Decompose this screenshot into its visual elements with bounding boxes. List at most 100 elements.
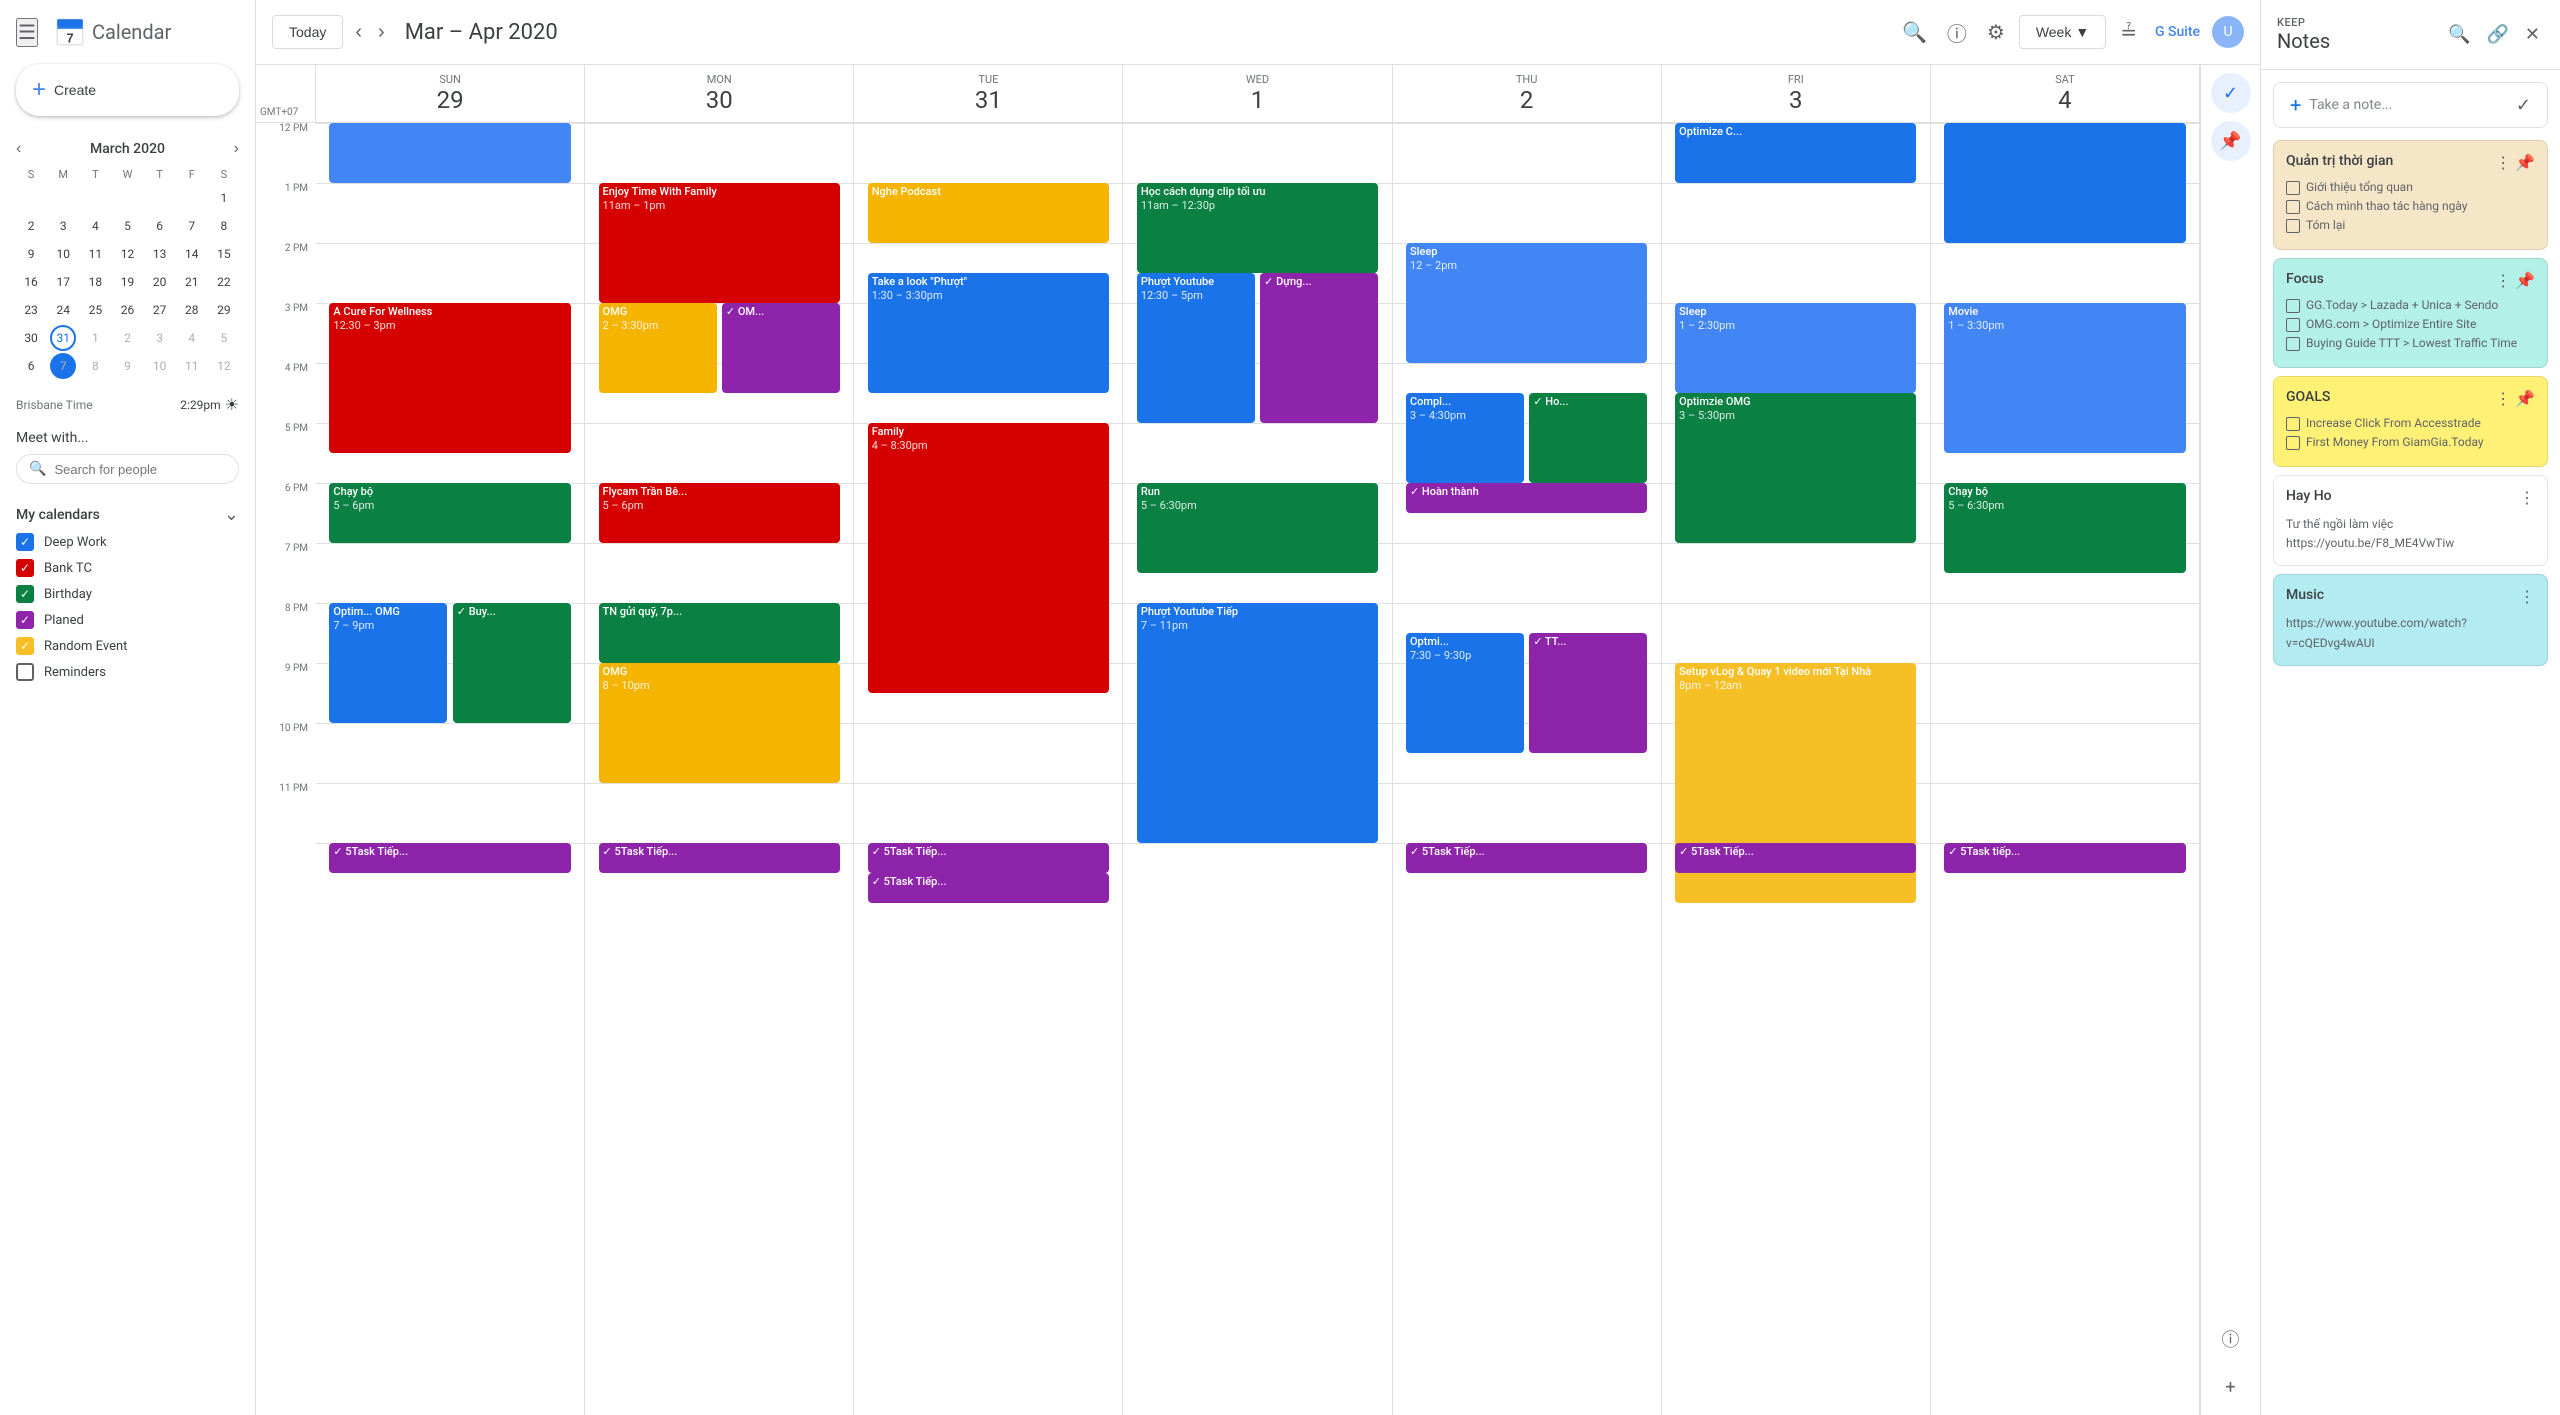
day-header[interactable]: SAT4	[1931, 65, 2200, 122]
calendar-event[interactable]: Chạy bộ5 – 6pm	[329, 483, 570, 543]
mini-cal-day[interactable]: 4	[179, 325, 205, 351]
calendar-event[interactable]: ✓ Ho...	[1529, 393, 1647, 483]
day-header[interactable]: FRI3	[1662, 65, 1931, 122]
my-calendars-header[interactable]: My calendars ⌄	[0, 500, 255, 529]
search-people-input[interactable]	[54, 462, 226, 477]
keep-pin-icon[interactable]: 📌	[2515, 153, 2535, 172]
time-grid-container[interactable]: 12 PM1 PM2 PM3 PM4 PM5 PM6 PM7 PM8 PM9 P…	[256, 123, 2200, 1415]
day-header[interactable]: SUN29	[316, 65, 585, 122]
calendar-item[interactable]: Reminders	[0, 659, 255, 685]
calendar-event[interactable]: Sleep12 – 2pm	[1406, 243, 1647, 363]
mini-cal-day[interactable]: 5	[114, 213, 140, 239]
calendar-event[interactable]: Movie1 – 3:30pm	[1944, 303, 2185, 453]
keep-close-button[interactable]: ✕	[2521, 20, 2544, 49]
calendar-event[interactable]	[1944, 123, 2185, 243]
calendar-event[interactable]: Flycam Trần Bê...5 – 6pm	[599, 483, 840, 543]
mini-cal-day[interactable]: 3	[50, 213, 76, 239]
keep-item-checkbox[interactable]	[2286, 200, 2300, 214]
keep-note[interactable]: Music⋮https://www.youtube.com/watch?v=cQ…	[2273, 574, 2548, 665]
calendar-checkbox[interactable]: ✓	[16, 533, 34, 551]
mini-cal-day[interactable]: 22	[211, 269, 237, 295]
mini-cal-day[interactable]: 4	[82, 213, 108, 239]
calendar-event[interactable]: A Cure For Wellness12:30 – 3pm	[329, 303, 570, 453]
mini-cal-day[interactable]: 30	[18, 325, 44, 351]
calendar-checkbox[interactable]: ✓	[16, 611, 34, 629]
calendar-event[interactable]: Enjoy Time With Family11am – 1pm	[599, 183, 840, 303]
mini-cal-day[interactable]: 31	[50, 325, 76, 351]
calendar-item[interactable]: ✓Birthday	[0, 581, 255, 607]
calendar-event[interactable]: Family4 – 8:30pm	[868, 423, 1109, 693]
day-header[interactable]: WED1	[1123, 65, 1392, 122]
keep-checklist-item[interactable]: OMG.com > Optimize Entire Site	[2286, 317, 2535, 332]
mini-cal-day[interactable]: 23	[18, 297, 44, 323]
calendar-item[interactable]: ✓Random Event	[0, 633, 255, 659]
mini-cal-day[interactable]: 15	[211, 241, 237, 267]
grid-view-button[interactable]: ≟	[2114, 14, 2143, 51]
mini-cal-day[interactable]: 9	[114, 353, 140, 379]
calendar-event[interactable]: ✓ 5Task Tiếp...	[329, 843, 570, 873]
mini-cal-day[interactable]: 3	[147, 325, 173, 351]
mini-cal-day[interactable]: 20	[147, 269, 173, 295]
calendar-event[interactable]: ✓ 5Task Tiếp...	[868, 843, 1109, 873]
hamburger-menu-button[interactable]: ☰	[16, 18, 38, 47]
calendar-event[interactable]: ✓ OM...	[722, 303, 840, 393]
search-button[interactable]: 🔍	[1896, 14, 1933, 51]
info-icon[interactable]: ⓘ	[2211, 1319, 2251, 1359]
calendar-event[interactable]: Phượt Youtube12:30 – 5pm	[1137, 273, 1255, 423]
create-button[interactable]: + Create	[16, 64, 239, 116]
mini-cal-day[interactable]: 10	[147, 353, 173, 379]
mini-cal-day[interactable]: 5	[211, 325, 237, 351]
calendar-event[interactable]: ✓ Dựng...	[1260, 273, 1378, 423]
search-people-box[interactable]: 🔍	[16, 454, 239, 484]
calendar-event[interactable]: Phượt Youtube Tiếp7 – 11pm	[1137, 603, 1378, 843]
keep-item-checkbox[interactable]	[2286, 337, 2300, 351]
calendar-item[interactable]: ✓Deep Work	[0, 529, 255, 555]
week-view-button[interactable]: Week ▼	[2019, 15, 2106, 49]
keep-checklist-item[interactable]: Giới thiệu tổng quan	[2286, 180, 2535, 195]
mini-cal-day[interactable]: 1	[211, 185, 237, 211]
keep-panel-icon[interactable]: 📌	[2211, 121, 2251, 161]
keep-item-checkbox[interactable]	[2286, 219, 2300, 233]
mini-cal-day[interactable]: 9	[18, 241, 44, 267]
mini-cal-day[interactable]: 26	[114, 297, 140, 323]
keep-item-checkbox[interactable]	[2286, 436, 2300, 450]
mini-cal-day[interactable]: 10	[50, 241, 76, 267]
calendar-event[interactable]: Run5 – 6:30pm	[1137, 483, 1378, 573]
mini-cal-day[interactable]: 12	[211, 353, 237, 379]
keep-note[interactable]: Hay Ho⋮Tư thế ngồi làm việc https://yout…	[2273, 475, 2548, 566]
prev-week-button[interactable]: ‹	[351, 17, 366, 48]
today-button[interactable]: Today	[272, 15, 343, 49]
calendar-event[interactable]: ✓ 5Task Tiếp...	[599, 843, 840, 873]
mini-cal-day[interactable]: 17	[50, 269, 76, 295]
calendar-event[interactable]: Chạy bộ5 – 6:30pm	[1944, 483, 2185, 573]
keep-note-menu-icon[interactable]: ⋮	[2519, 587, 2535, 606]
mini-cal-day[interactable]: 24	[50, 297, 76, 323]
calendar-event[interactable]: Optimize C...	[1675, 123, 1916, 183]
mini-cal-day[interactable]: 6	[18, 353, 44, 379]
keep-note[interactable]: Focus⋮📌GG.Today > Lazada + Unica + Sendo…	[2273, 258, 2548, 368]
keep-note-menu-icon[interactable]: ⋮	[2495, 153, 2511, 172]
keep-pin-icon[interactable]: 📌	[2515, 389, 2535, 408]
calendar-checkbox[interactable]	[16, 663, 34, 681]
keep-open-button[interactable]: 🔗	[2482, 20, 2512, 49]
calendar-event[interactable]: Optim... OMG7 – 9pm	[329, 603, 447, 723]
keep-note-menu-icon[interactable]: ⋮	[2519, 488, 2535, 507]
calendar-event[interactable]: OMG2 – 3:30pm	[599, 303, 717, 393]
add-panel-icon[interactable]: +	[2211, 1367, 2251, 1407]
mini-cal-day[interactable]: 28	[179, 297, 205, 323]
calendar-event[interactable]: Optimzie OMG3 – 5:30pm	[1675, 393, 1916, 543]
mini-cal-day[interactable]: 25	[82, 297, 108, 323]
mini-cal-day[interactable]: 8	[211, 213, 237, 239]
calendar-event[interactable]: ✓ 5Task Tiếp...	[1675, 843, 1916, 873]
calendar-event[interactable]: Take a look "Phượt"1:30 – 3:30pm	[868, 273, 1109, 393]
calendar-event[interactable]	[329, 123, 570, 183]
mini-cal-prev-button[interactable]: ‹	[16, 140, 21, 158]
calendar-item[interactable]: ✓Bank TC	[0, 555, 255, 581]
calendar-event[interactable]: Học cách dụng clip tối ưu11am – 12:30p	[1137, 183, 1378, 273]
mini-cal-day[interactable]: 19	[114, 269, 140, 295]
mini-cal-day[interactable]: 14	[179, 241, 205, 267]
mini-cal-next-button[interactable]: ›	[234, 140, 239, 158]
mini-cal-day[interactable]: 11	[179, 353, 205, 379]
day-header[interactable]: THU2	[1393, 65, 1662, 122]
user-avatar[interactable]: U	[2212, 16, 2244, 48]
